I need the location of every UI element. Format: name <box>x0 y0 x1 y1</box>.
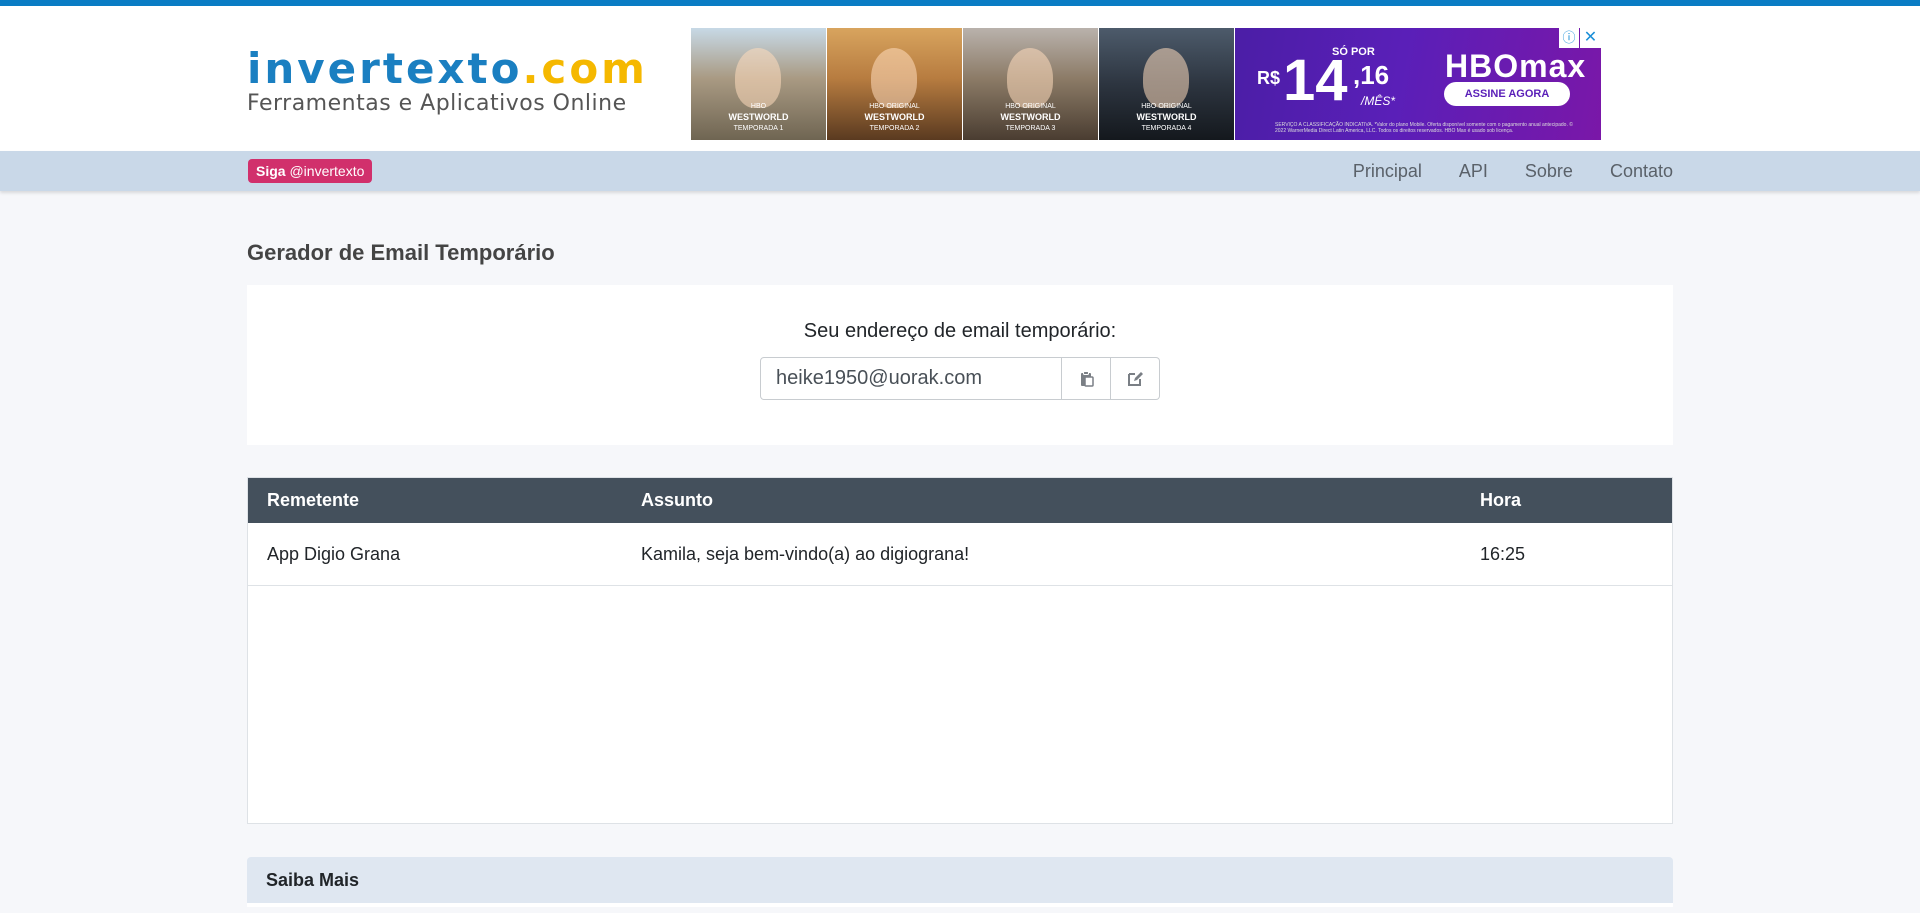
nav-link-principal[interactable]: Principal <box>1353 161 1422 182</box>
info-card-title: Saiba Mais <box>266 870 360 890</box>
edit-icon <box>1128 371 1144 386</box>
ad-portrait <box>871 48 917 108</box>
ad-caption: HBO ORIGINAL WESTWORLD TEMPORADA 3 <box>1000 103 1061 132</box>
ad-caption: HBO WESTWORLD TEMPORADA 1 <box>728 103 789 132</box>
ad-cta-button[interactable]: ASSINE AGORA <box>1444 82 1570 106</box>
info-card-body-edge <box>247 903 1673 907</box>
ad-close-icon[interactable]: ✕ <box>1580 28 1601 48</box>
ad-panel-season-1: HBO WESTWORLD TEMPORADA 1 <box>691 28 827 140</box>
ad-brand-logo: HBOmax <box>1445 48 1587 84</box>
nav-link-sobre[interactable]: Sobre <box>1525 161 1573 182</box>
site-logo[interactable]: invertexto.com Ferramentas e Aplicativos… <box>247 44 648 117</box>
email-label: Seu endereço de email temporário: <box>803 320 1117 342</box>
email-input-group <box>760 357 1161 400</box>
follow-badge[interactable]: Siga @invertexto <box>248 159 373 183</box>
edit-button[interactable] <box>1111 357 1161 400</box>
copy-icon <box>1081 370 1094 387</box>
nav-link-contato[interactable]: Contato <box>1610 161 1673 182</box>
ad-currency: R$ <box>1257 68 1281 88</box>
inbox-table: Remetente Assunto Hora App Digio Grana K… <box>247 477 1673 824</box>
email-card: Seu endereço de email temporário: <box>247 285 1673 445</box>
ad-fine-print: SERVIÇO A CLASSIFICAÇÃO INDICATIVA. *Val… <box>1275 122 1573 134</box>
info-card-header: Saiba Mais <box>247 857 1673 907</box>
ad-caption: HBO ORIGINAL WESTWORLD TEMPORADA 4 <box>1136 103 1197 132</box>
ad-panel-season-3: HBO ORIGINAL WESTWORLD TEMPORADA 3 <box>963 28 1099 140</box>
ad-banner[interactable]: HBO WESTWORLD TEMPORADA 1 HBO ORIGINAL W… <box>691 28 1601 140</box>
ad-portrait <box>1007 48 1053 108</box>
column-header-subject[interactable]: Assunto <box>641 490 1480 511</box>
nav-link-api[interactable]: API <box>1459 161 1488 182</box>
ad-panel-season-4: HBO ORIGINAL WESTWORLD TEMPORADA 4 <box>1099 28 1235 140</box>
nav-links: Principal API Sobre Contato <box>1316 151 1673 191</box>
row-subject: Kamila, seja bem-vindo(a) ao digiograna! <box>641 543 970 564</box>
ad-panel-season-2: HBO ORIGINAL WESTWORLD TEMPORADA 2 <box>827 28 963 140</box>
email-field[interactable] <box>760 357 1063 400</box>
logo-tagline: Ferramentas e Aplicativos Online <box>247 91 627 116</box>
ad-caption: HBO ORIGINAL WESTWORLD TEMPORADA 2 <box>864 103 925 132</box>
main-content: Gerador de Email Temporário Seu endereço… <box>247 191 1673 907</box>
nav-bar: Siga @invertexto Principal API Sobre Con… <box>0 151 1920 191</box>
ad-portrait <box>1143 48 1189 108</box>
inbox-header-row: Remetente Assunto Hora <box>248 478 1672 523</box>
copy-button[interactable] <box>1062 357 1112 400</box>
ad-price-decimal: ,16 <box>1353 60 1390 90</box>
column-header-sender[interactable]: Remetente <box>248 490 641 511</box>
ad-promo-panel[interactable]: SÓ POR R$ 14 ,16 /MÊS* HBOmax ASSINE AGO… <box>1235 28 1601 140</box>
ad-per-month: /MÊS* <box>1361 94 1396 108</box>
ad-price-integer: 14 <box>1283 48 1348 113</box>
table-row[interactable]: App Digio Grana Kamila, seja bem-vindo(a… <box>248 523 1672 586</box>
page-title: Gerador de Email Temporário <box>247 240 555 265</box>
ad-portrait <box>735 48 781 108</box>
row-time: 16:25 <box>1480 543 1526 564</box>
site-header: invertexto.com Ferramentas e Aplicativos… <box>0 6 1920 151</box>
row-sender: App Digio Grana <box>267 543 401 564</box>
logo-wordmark: invertexto.com <box>247 44 648 93</box>
column-header-time[interactable]: Hora <box>1480 490 1672 511</box>
adchoices-icon[interactable]: ⓘ <box>1559 28 1579 48</box>
